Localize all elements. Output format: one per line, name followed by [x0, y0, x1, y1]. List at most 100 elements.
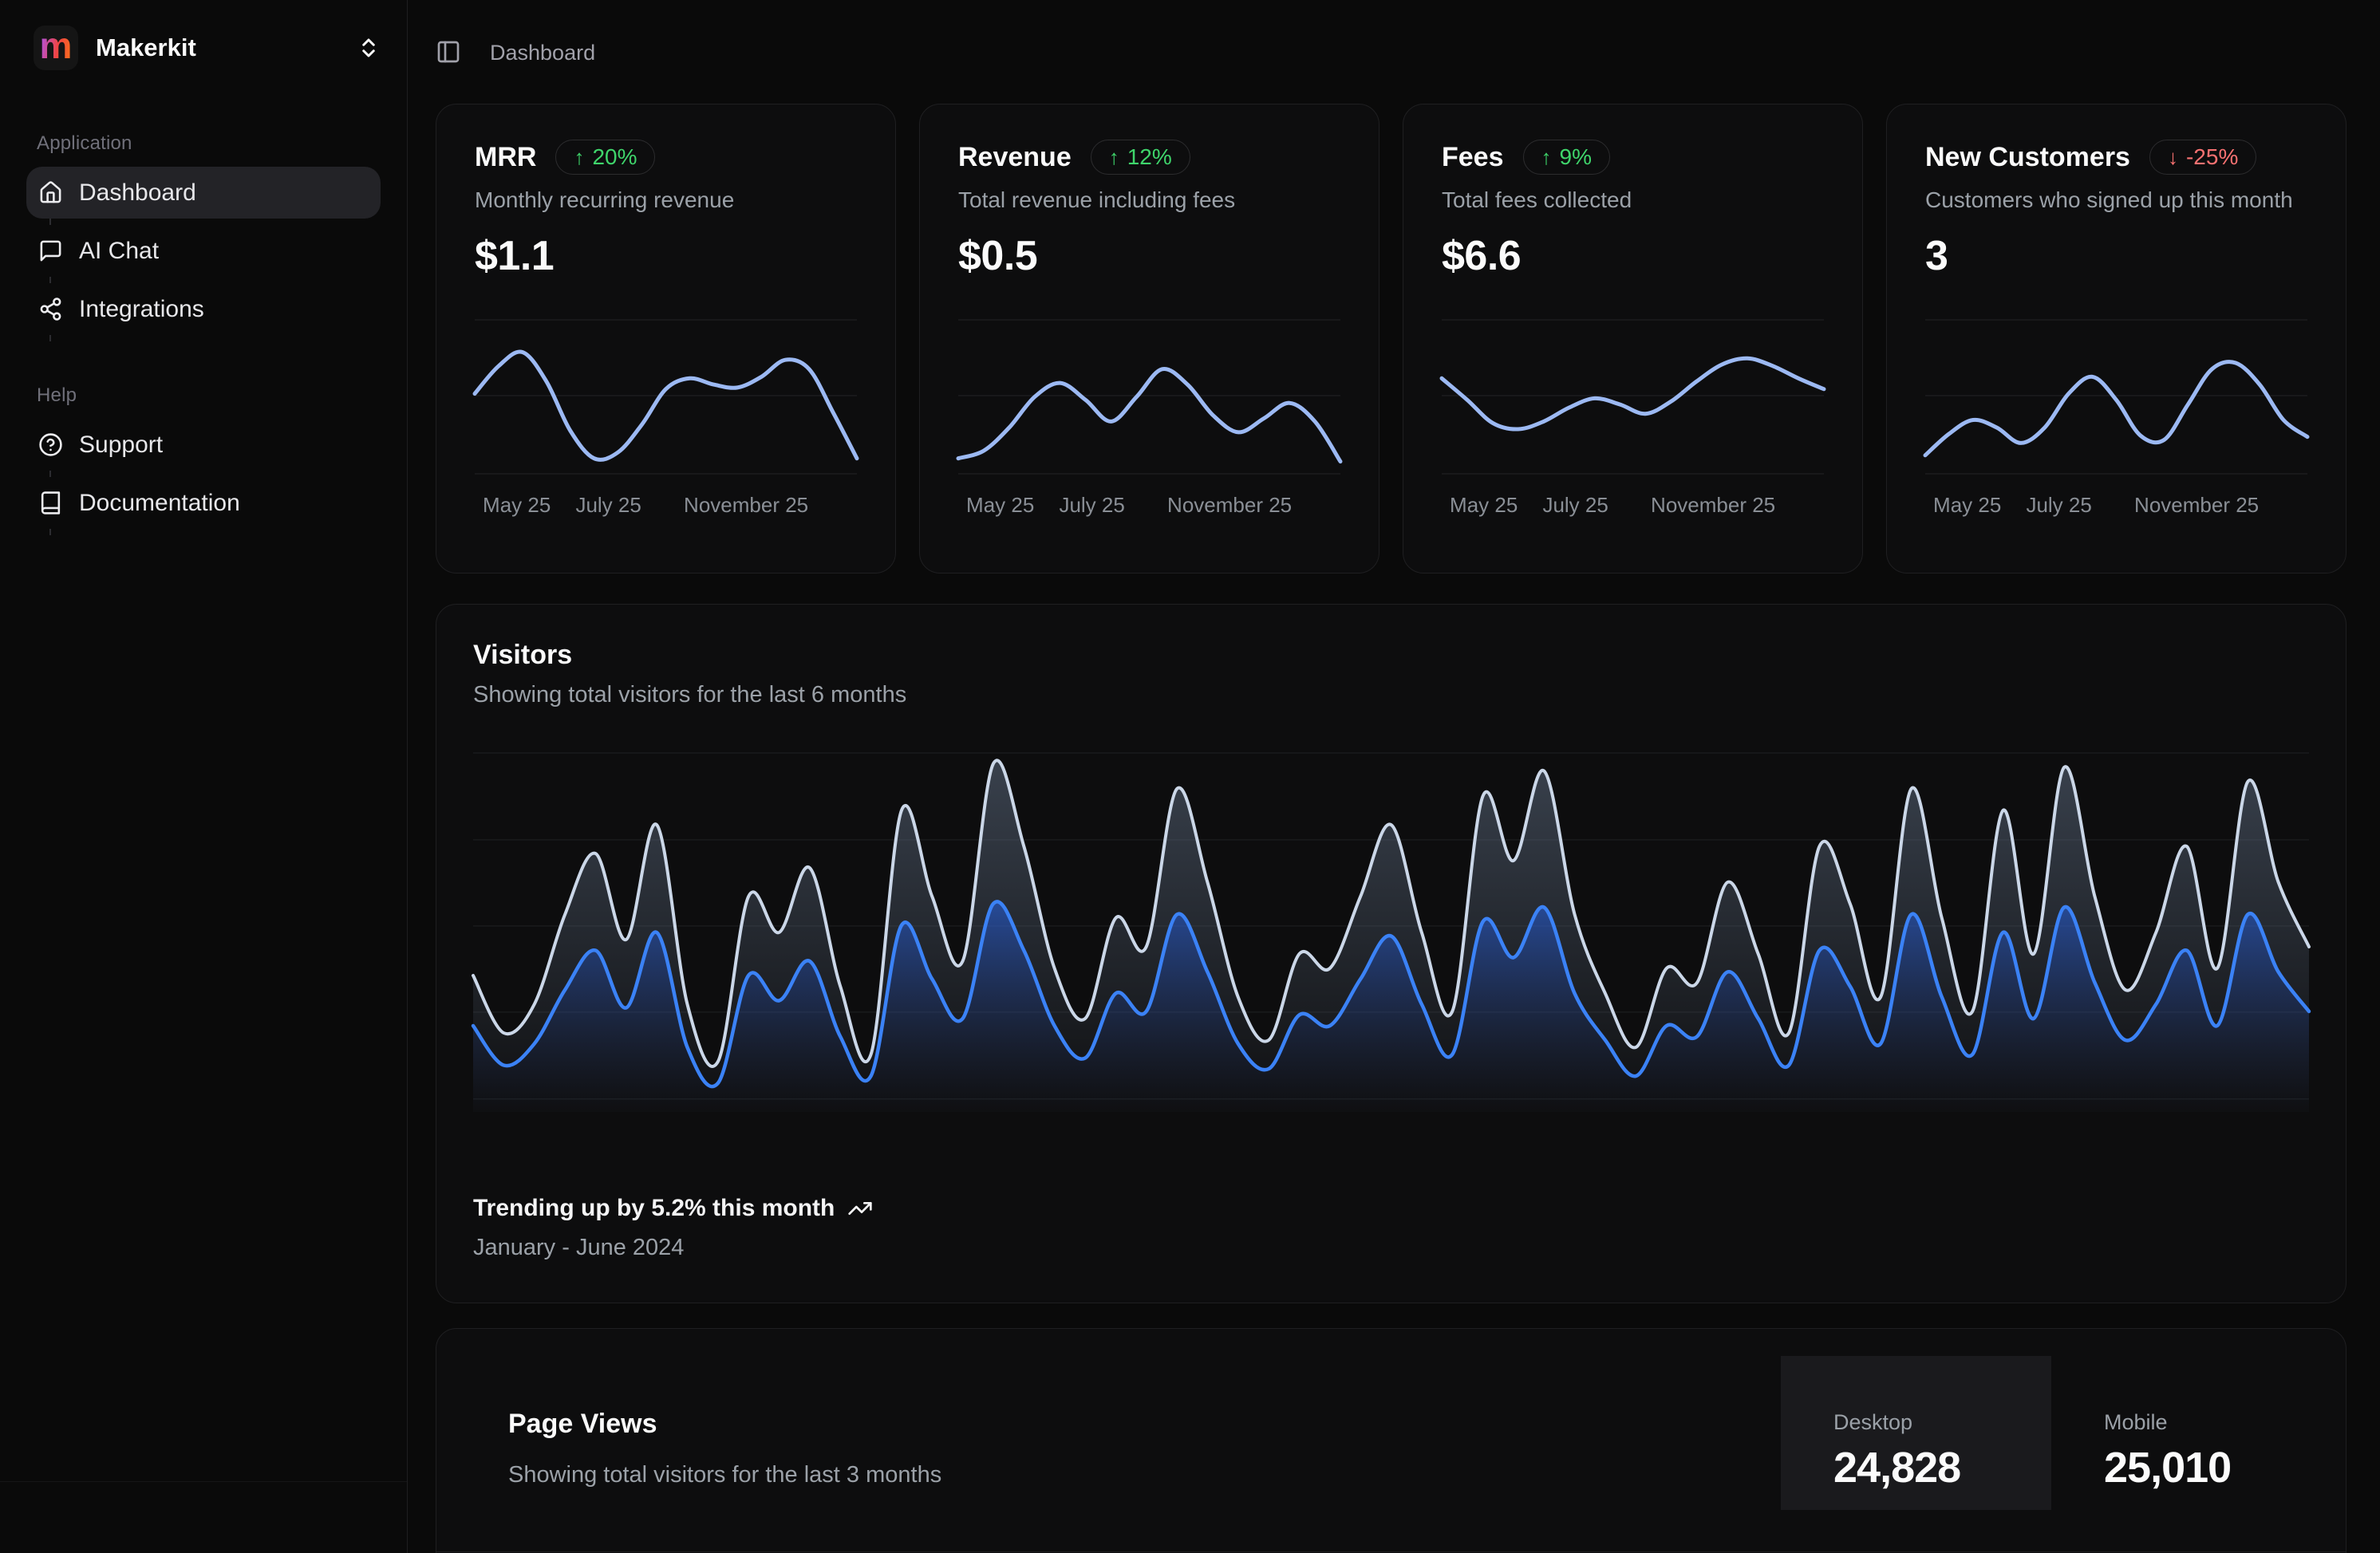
- org-switcher[interactable]: m Makerkit: [26, 26, 381, 70]
- trend-value: -25%: [2186, 144, 2238, 170]
- card-subtitle: Customers who signed up this month: [1925, 187, 2307, 213]
- mobile-stat-value: 25,010: [2104, 1443, 2322, 1492]
- mobile-stat-button[interactable]: Mobile 25,010: [2051, 1356, 2322, 1510]
- book-icon: [38, 491, 63, 515]
- sparkline-chart: [1442, 320, 1824, 474]
- x-tick-label: July 25: [575, 493, 641, 518]
- sidebar-item-label: Dashboard: [79, 179, 196, 207]
- sparkline-x-labels: May 25 July 25 November 25: [475, 493, 857, 518]
- desktop-stat-label: Desktop: [1833, 1410, 2051, 1435]
- card-title: Fees: [1442, 142, 1504, 173]
- trend-value: 9%: [1560, 144, 1592, 170]
- trend-value: 20%: [592, 144, 637, 170]
- trending-up-icon: [847, 1196, 873, 1221]
- visitors-card: Visitors Showing total visitors for the …: [436, 604, 2346, 1303]
- sidebar-nav: Dashboard AI Chat Integrations: [26, 167, 381, 341]
- x-tick-label: November 25: [684, 493, 808, 518]
- sidebar-item-dashboard[interactable]: Dashboard: [26, 167, 381, 219]
- arrow-down-icon: ↓: [2168, 145, 2178, 170]
- page-views-title: Page Views: [508, 1409, 941, 1440]
- x-tick-label: July 25: [1542, 493, 1608, 518]
- sidebar-item-label: Support: [79, 432, 163, 459]
- topbar: Dashboard: [436, 29, 2346, 77]
- x-tick-label: May 25: [966, 493, 1034, 518]
- chat-icon: [38, 238, 63, 263]
- sparkline-x-labels: May 25 July 25 November 25: [1925, 493, 2307, 518]
- x-tick-label: May 25: [1933, 493, 2001, 518]
- card-value: 3: [1925, 232, 2307, 280]
- sparkline-x-labels: May 25 July 25 November 25: [958, 493, 1340, 518]
- sidebar-item-label: Integrations: [79, 296, 204, 323]
- x-tick-label: November 25: [1167, 493, 1292, 518]
- nav-separator-dash: [26, 219, 381, 225]
- arrow-up-icon: ↑: [1541, 145, 1552, 170]
- visitors-period-text: January - June 2024: [473, 1235, 873, 1261]
- trend-badge: ↑ 9%: [1523, 140, 1610, 175]
- card-title: New Customers: [1925, 142, 2130, 173]
- mobile-stat-label: Mobile: [2104, 1410, 2322, 1435]
- sidebar-footer-divider: [0, 1481, 407, 1482]
- x-tick-label: May 25: [483, 493, 551, 518]
- trend-badge: ↑ 12%: [1091, 140, 1190, 175]
- x-tick-label: November 25: [2134, 493, 2259, 518]
- sidebar-item-integrations[interactable]: Integrations: [26, 283, 381, 335]
- makerkit-logo: m: [34, 26, 78, 70]
- chevrons-up-down-icon: [357, 36, 381, 60]
- stat-cards-row: MRR ↑ 20% Monthly recurring revenue $1.1…: [436, 104, 2346, 574]
- card-subtitle: Total fees collected: [1442, 187, 1824, 213]
- trend-badge: ↑ 20%: [555, 140, 655, 175]
- stat-card-fees: Fees ↑ 9% Total fees collected $6.6 May …: [1403, 104, 1863, 574]
- nav-separator-dash: [26, 335, 381, 341]
- page-views-header-divider: [436, 1551, 2346, 1552]
- card-value: $0.5: [958, 232, 1340, 280]
- card-value: $6.6: [1442, 232, 1824, 280]
- sparkline-chart: [958, 320, 1340, 474]
- arrow-up-icon: ↑: [1109, 145, 1119, 170]
- visitors-trend-text: Trending up by 5.2% this month: [473, 1195, 835, 1222]
- page-views-card: Page Views Showing total visitors for th…: [436, 1328, 2346, 1553]
- sidebar-item-label: AI Chat: [79, 238, 159, 265]
- sidebar-item-ai-chat[interactable]: AI Chat: [26, 225, 381, 277]
- main-content: Dashboard MRR ↑ 20% Monthly recurring re…: [408, 0, 2380, 1553]
- sidebar-section-application: Application: [26, 132, 381, 155]
- sidebar-item-documentation[interactable]: Documentation: [26, 477, 381, 529]
- arrow-up-icon: ↑: [574, 145, 584, 170]
- visitors-title: Visitors: [473, 640, 2309, 671]
- card-subtitle: Monthly recurring revenue: [475, 187, 857, 213]
- card-header: Fees ↑ 9%: [1442, 140, 1824, 175]
- sidebar-item-label: Documentation: [79, 490, 240, 517]
- sparkline-x-labels: May 25 July 25 November 25: [1442, 493, 1824, 518]
- page-views-stat-toggles: Desktop 24,828 Mobile 25,010: [1781, 1356, 2322, 1510]
- nav-separator-dash: [26, 471, 381, 477]
- sparkline-chart: [1925, 320, 2307, 474]
- stat-card-mrr: MRR ↑ 20% Monthly recurring revenue $1.1…: [436, 104, 896, 574]
- visitors-subtitle: Showing total visitors for the last 6 mo…: [473, 682, 2309, 708]
- stat-card-revenue: Revenue ↑ 12% Total revenue including fe…: [919, 104, 1379, 574]
- visitors-area-chart: [473, 753, 2309, 1112]
- panel-left-icon: [436, 39, 461, 65]
- card-header: MRR ↑ 20%: [475, 140, 857, 175]
- card-header: New Customers ↓ -25%: [1925, 140, 2307, 175]
- sidebar-toggle-button[interactable]: [436, 39, 461, 67]
- x-tick-label: July 25: [1059, 493, 1124, 518]
- x-tick-label: November 25: [1651, 493, 1775, 518]
- trend-badge: ↓ -25%: [2149, 140, 2256, 175]
- nav-separator-dash: [26, 529, 381, 535]
- page-views-subtitle: Showing total visitors for the last 3 mo…: [508, 1462, 941, 1488]
- page-views-header: Page Views Showing total visitors for th…: [508, 1409, 941, 1488]
- sidebar-item-support[interactable]: Support: [26, 419, 381, 471]
- card-title: Revenue: [958, 142, 1072, 173]
- stat-card-new-customers: New Customers ↓ -25% Customers who signe…: [1886, 104, 2346, 574]
- brand-name: Makerkit: [96, 34, 339, 62]
- x-tick-label: July 25: [2026, 493, 2091, 518]
- sidebar: m Makerkit Application Dashboard AI Chat…: [0, 0, 408, 1553]
- card-header: Revenue ↑ 12%: [958, 140, 1340, 175]
- help-circle-icon: [38, 432, 63, 457]
- visitors-footer: Trending up by 5.2% this month January -…: [473, 1195, 873, 1261]
- trend-value: 12%: [1127, 144, 1172, 170]
- sidebar-section-help: Help: [26, 384, 381, 407]
- sparkline-chart: [475, 320, 857, 474]
- desktop-stat-button[interactable]: Desktop 24,828: [1781, 1356, 2051, 1510]
- x-tick-label: May 25: [1450, 493, 1518, 518]
- house-icon: [38, 180, 63, 205]
